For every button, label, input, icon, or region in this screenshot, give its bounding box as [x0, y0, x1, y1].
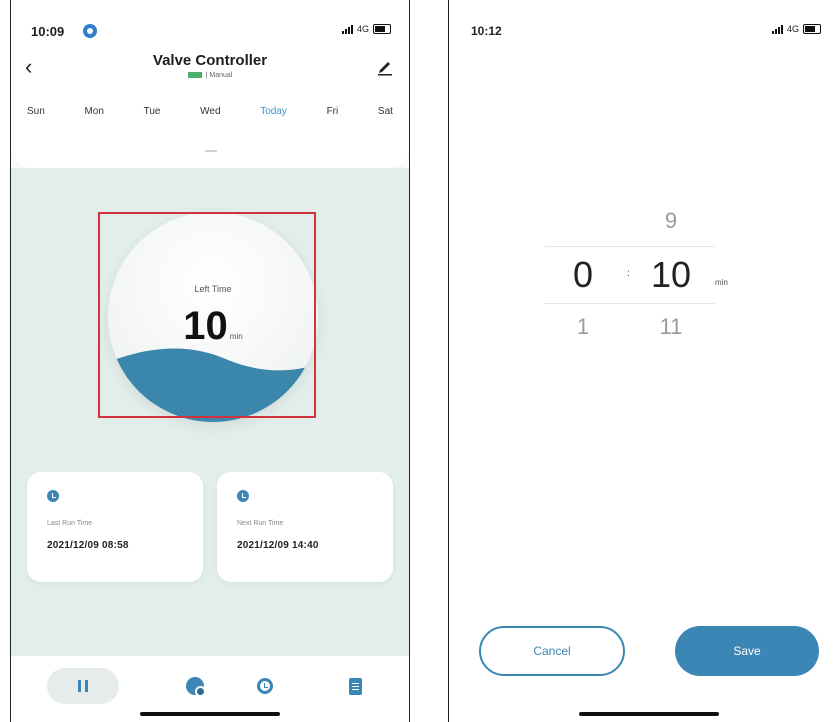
next-run-label: Next Run Time: [237, 520, 284, 527]
day-selector: Sun Mon Tue Wed Today Fri Sat: [23, 104, 397, 119]
day-sat[interactable]: Sat: [374, 104, 397, 119]
duration-picker[interactable]: 0 1 : 9 10 11 min: [449, 180, 839, 380]
mode-subtitle: | Manual: [11, 72, 409, 79]
last-run-label: Last Run Time: [47, 520, 93, 527]
save-button[interactable]: Save: [675, 626, 819, 676]
alarm-clock-icon: [257, 678, 273, 694]
minute-selected[interactable]: 10: [651, 254, 691, 296]
pause-icon: [78, 680, 88, 692]
timer-icon: [186, 677, 206, 697]
day-sun[interactable]: Sun: [23, 104, 49, 119]
bottom-tab-bar: [11, 656, 409, 722]
home-indicator[interactable]: [579, 712, 719, 716]
status-indicators: 4G: [341, 24, 391, 34]
battery-icon: [803, 24, 821, 34]
status-bar: 10:09 4G: [11, 0, 409, 44]
minute-above[interactable]: 9: [651, 208, 691, 234]
network-label: 4G: [786, 24, 799, 34]
home-indicator[interactable]: [140, 712, 280, 716]
header-card: 10:09 4G ‹ Valve Controller | Manual Sun…: [11, 0, 409, 168]
hour-below[interactable]: 1: [563, 314, 603, 340]
picker-separator: :: [627, 268, 630, 279]
day-wed[interactable]: Wed: [196, 104, 224, 119]
signal-icon: [771, 24, 783, 34]
highlight-box: [98, 212, 316, 418]
picker-unit: min: [715, 278, 728, 287]
drag-handle[interactable]: [205, 150, 217, 152]
mode-label: Manual: [209, 72, 233, 79]
tab-timer[interactable]: [177, 668, 213, 704]
status-bar: 10:12 4G: [449, 0, 839, 44]
last-run-card: Last Run Time 2021/12/09 08:58: [27, 472, 203, 582]
status-time: 10:12: [471, 24, 502, 38]
day-mon[interactable]: Mon: [80, 104, 107, 119]
next-run-value: 2021/12/09 14:40: [237, 540, 319, 551]
minute-below[interactable]: 11: [651, 314, 691, 340]
duration-picker-screen: 10:12 4G 0 1 : 9 10 11 min Cancel Save: [448, 0, 839, 722]
tab-records[interactable]: [337, 668, 373, 704]
hour-selected[interactable]: 0: [563, 254, 603, 296]
tab-alarm[interactable]: [247, 668, 283, 704]
page-title: Valve Controller: [152, 52, 268, 69]
day-today[interactable]: Today: [256, 104, 291, 119]
battery-icon: [373, 24, 391, 34]
last-run-value: 2021/12/09 08:58: [47, 540, 129, 551]
pause-button[interactable]: [47, 668, 119, 704]
day-tue[interactable]: Tue: [140, 104, 165, 119]
edit-icon[interactable]: [377, 58, 393, 76]
location-icon: [83, 24, 97, 38]
cancel-button[interactable]: Cancel: [479, 626, 625, 676]
clock-icon: [237, 490, 249, 502]
clock-icon: [47, 490, 59, 502]
day-fri[interactable]: Fri: [323, 104, 343, 119]
next-run-card: Next Run Time 2021/12/09 14:40: [217, 472, 393, 582]
status-time: 10:09: [31, 24, 65, 39]
valve-controller-screen: 10:09 4G ‹ Valve Controller | Manual Sun…: [10, 0, 410, 722]
mode-color-swatch: [187, 72, 202, 79]
network-label: 4G: [356, 24, 369, 34]
status-indicators: 4G: [771, 24, 821, 34]
document-icon: [348, 677, 362, 695]
signal-icon: [341, 24, 353, 34]
